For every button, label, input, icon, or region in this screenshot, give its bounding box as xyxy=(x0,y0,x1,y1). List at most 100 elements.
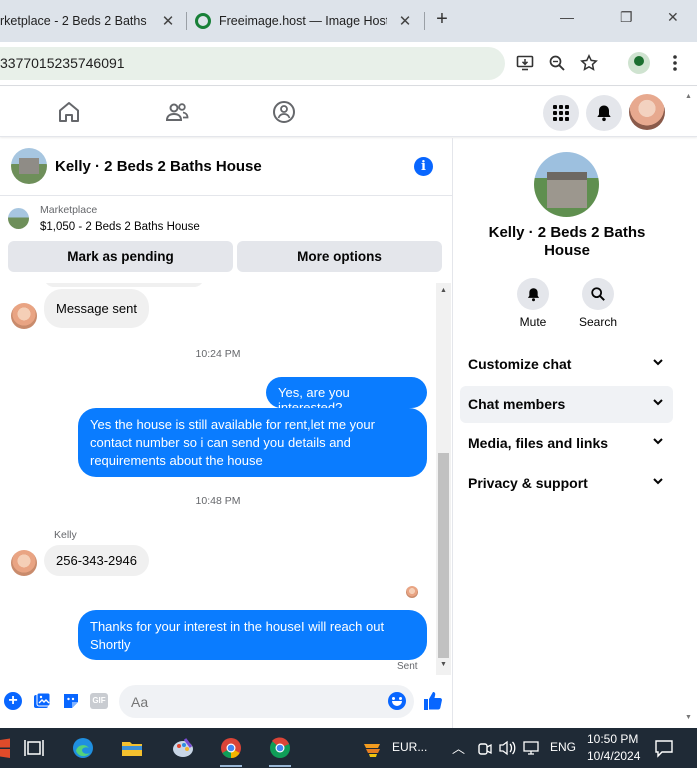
file-explorer-icon[interactable] xyxy=(120,736,144,760)
volume-icon[interactable] xyxy=(498,738,516,758)
mute-button[interactable] xyxy=(517,278,549,310)
thumbs-up-icon[interactable] xyxy=(423,691,443,717)
tab-freeimage[interactable]: Freeimage.host — Image Hostin ✕ xyxy=(195,6,417,36)
row-label: Media, files and links xyxy=(468,435,609,451)
browser-profile-icon[interactable] xyxy=(628,52,650,74)
new-tab-button[interactable]: + xyxy=(432,8,452,31)
chevron-down-icon xyxy=(652,386,664,423)
paint-app-icon[interactable] xyxy=(171,736,195,760)
tab-marketplace[interactable]: rketplace - 2 Beds 2 Baths H ✕ xyxy=(0,6,180,36)
timestamp: 10:48 PM xyxy=(195,495,241,507)
chat-members-row[interactable]: Chat members xyxy=(460,386,673,423)
sender-avatar[interactable] xyxy=(11,550,37,576)
chat-scrollbar-thumb[interactable] xyxy=(438,453,449,658)
row-label: Customize chat xyxy=(468,356,572,372)
listing-source-label: Marketplace xyxy=(40,204,98,216)
privacy-support-row[interactable]: Privacy & support xyxy=(460,465,673,502)
zoom-icon[interactable] xyxy=(547,54,567,74)
info-icon[interactable]: i xyxy=(414,157,433,176)
chat-header: Kelly · 2 Beds 2 Baths House xyxy=(0,138,452,196)
weather-icon[interactable] xyxy=(361,736,385,760)
install-app-icon[interactable] xyxy=(515,54,535,74)
message-list[interactable]: Message sent 10:24 PM Yes, are you inter… xyxy=(0,283,436,675)
network-icon[interactable] xyxy=(523,738,541,758)
outgoing-message[interactable]: Thanks for your interest in the houseI w… xyxy=(78,610,427,660)
tab-close-icon[interactable]: ✕ xyxy=(397,12,413,30)
row-label: Privacy & support xyxy=(468,475,588,491)
gif-icon[interactable]: GIF xyxy=(90,693,108,709)
clock-date[interactable]: 10/4/2024 xyxy=(587,749,640,763)
chevron-down-icon xyxy=(652,346,664,383)
menu-grid-button[interactable] xyxy=(543,95,579,131)
emoji-icon[interactable] xyxy=(388,692,406,710)
home-icon[interactable] xyxy=(56,99,82,125)
listing-price-title[interactable]: $1,050 - 2 Beds 2 Baths House xyxy=(40,221,200,233)
sticker-icon[interactable] xyxy=(62,692,80,715)
scroll-up-arrow-icon[interactable]: ▲ xyxy=(440,287,447,294)
minimize-button[interactable]: — xyxy=(560,9,574,25)
chat-title[interactable]: Kelly · 2 Beds 2 Baths House xyxy=(55,158,262,175)
running-app-indicator xyxy=(269,765,291,767)
chrome-profile-icon[interactable] xyxy=(268,736,292,760)
outgoing-message[interactable]: Yes the house is still available for ren… xyxy=(78,408,427,477)
plus-icon[interactable]: + xyxy=(4,692,22,710)
notifications-button[interactable] xyxy=(586,95,622,131)
scroll-down-arrow-icon[interactable]: ▼ xyxy=(440,661,447,668)
chrome-browser-icon[interactable] xyxy=(219,736,243,760)
conversation-avatar[interactable] xyxy=(11,148,47,184)
message-composer: + GIF xyxy=(0,680,452,726)
show-hidden-icons-chevron-icon[interactable]: ︿ xyxy=(452,738,465,757)
message-status: Sent xyxy=(397,661,418,672)
outgoing-message[interactable]: Yes, are you interested? xyxy=(266,377,427,415)
tab-separator xyxy=(186,12,187,30)
bell-icon xyxy=(597,105,611,122)
restore-button[interactable]: ❐ xyxy=(620,9,633,26)
chevron-down-icon xyxy=(652,425,664,462)
sender-name: Kelly xyxy=(54,529,77,541)
row-label: Chat members xyxy=(468,396,566,412)
search-button[interactable] xyxy=(582,278,614,310)
conversation-large-avatar[interactable] xyxy=(534,152,599,217)
meet-now-icon[interactable] xyxy=(476,738,492,758)
mute-label: Mute xyxy=(519,315,547,329)
notification-center-icon[interactable] xyxy=(654,738,674,758)
account-avatar[interactable] xyxy=(629,94,665,130)
more-options-button[interactable]: More options xyxy=(237,241,442,272)
browser-toolbar: 3377015235746091 xyxy=(0,42,697,86)
weather-text[interactable]: EUR... xyxy=(392,740,427,754)
message-input[interactable] xyxy=(119,685,414,718)
listing-thumbnail[interactable] xyxy=(8,208,29,229)
clock-time[interactable]: 10:50 PM xyxy=(587,732,638,746)
incoming-message[interactable]: 256-343-2946 xyxy=(44,545,149,576)
address-bar[interactable]: 3377015235746091 xyxy=(0,47,505,80)
bookmark-star-icon[interactable] xyxy=(579,54,599,74)
sender-avatar[interactable] xyxy=(11,303,37,329)
incoming-message[interactable]: Message sent xyxy=(44,289,149,328)
chevron-down-icon xyxy=(652,465,664,502)
customize-chat-row[interactable]: Customize chat xyxy=(460,346,673,383)
task-view-icon[interactable] xyxy=(22,736,46,760)
grid-icon xyxy=(553,105,569,121)
tab-title: rketplace - 2 Beds 2 Baths H xyxy=(0,14,150,28)
media-files-links-row[interactable]: Media, files and links xyxy=(460,425,673,462)
photo-icon[interactable] xyxy=(33,692,51,715)
browser-tab-bar: rketplace - 2 Beds 2 Baths H ✕ Freeimage… xyxy=(0,0,697,42)
close-window-button[interactable]: ✕ xyxy=(667,9,679,26)
language-indicator[interactable]: ENG xyxy=(550,740,576,754)
groups-icon[interactable] xyxy=(271,99,297,125)
details-title: Kelly · 2 Beds 2 Baths House xyxy=(488,224,646,259)
start-button-icon[interactable] xyxy=(0,736,10,760)
tab-separator xyxy=(424,12,425,30)
friends-icon[interactable] xyxy=(164,99,190,125)
edge-browser-icon[interactable] xyxy=(71,736,95,760)
page-scroll-down-arrow-icon[interactable]: ▼ xyxy=(685,714,692,721)
running-app-indicator xyxy=(220,765,242,767)
kebab-menu-icon[interactable] xyxy=(665,54,685,74)
bell-icon xyxy=(527,287,539,301)
marketplace-listing-card: Marketplace $1,050 - 2 Beds 2 Baths Hous… xyxy=(0,197,452,282)
mark-as-pending-button[interactable]: Mark as pending xyxy=(8,241,233,272)
tab-close-icon[interactable]: ✕ xyxy=(160,12,176,30)
search-icon xyxy=(591,287,605,301)
page-scroll-up-arrow-icon[interactable]: ▲ xyxy=(685,93,692,100)
search-label: Search xyxy=(578,315,618,329)
